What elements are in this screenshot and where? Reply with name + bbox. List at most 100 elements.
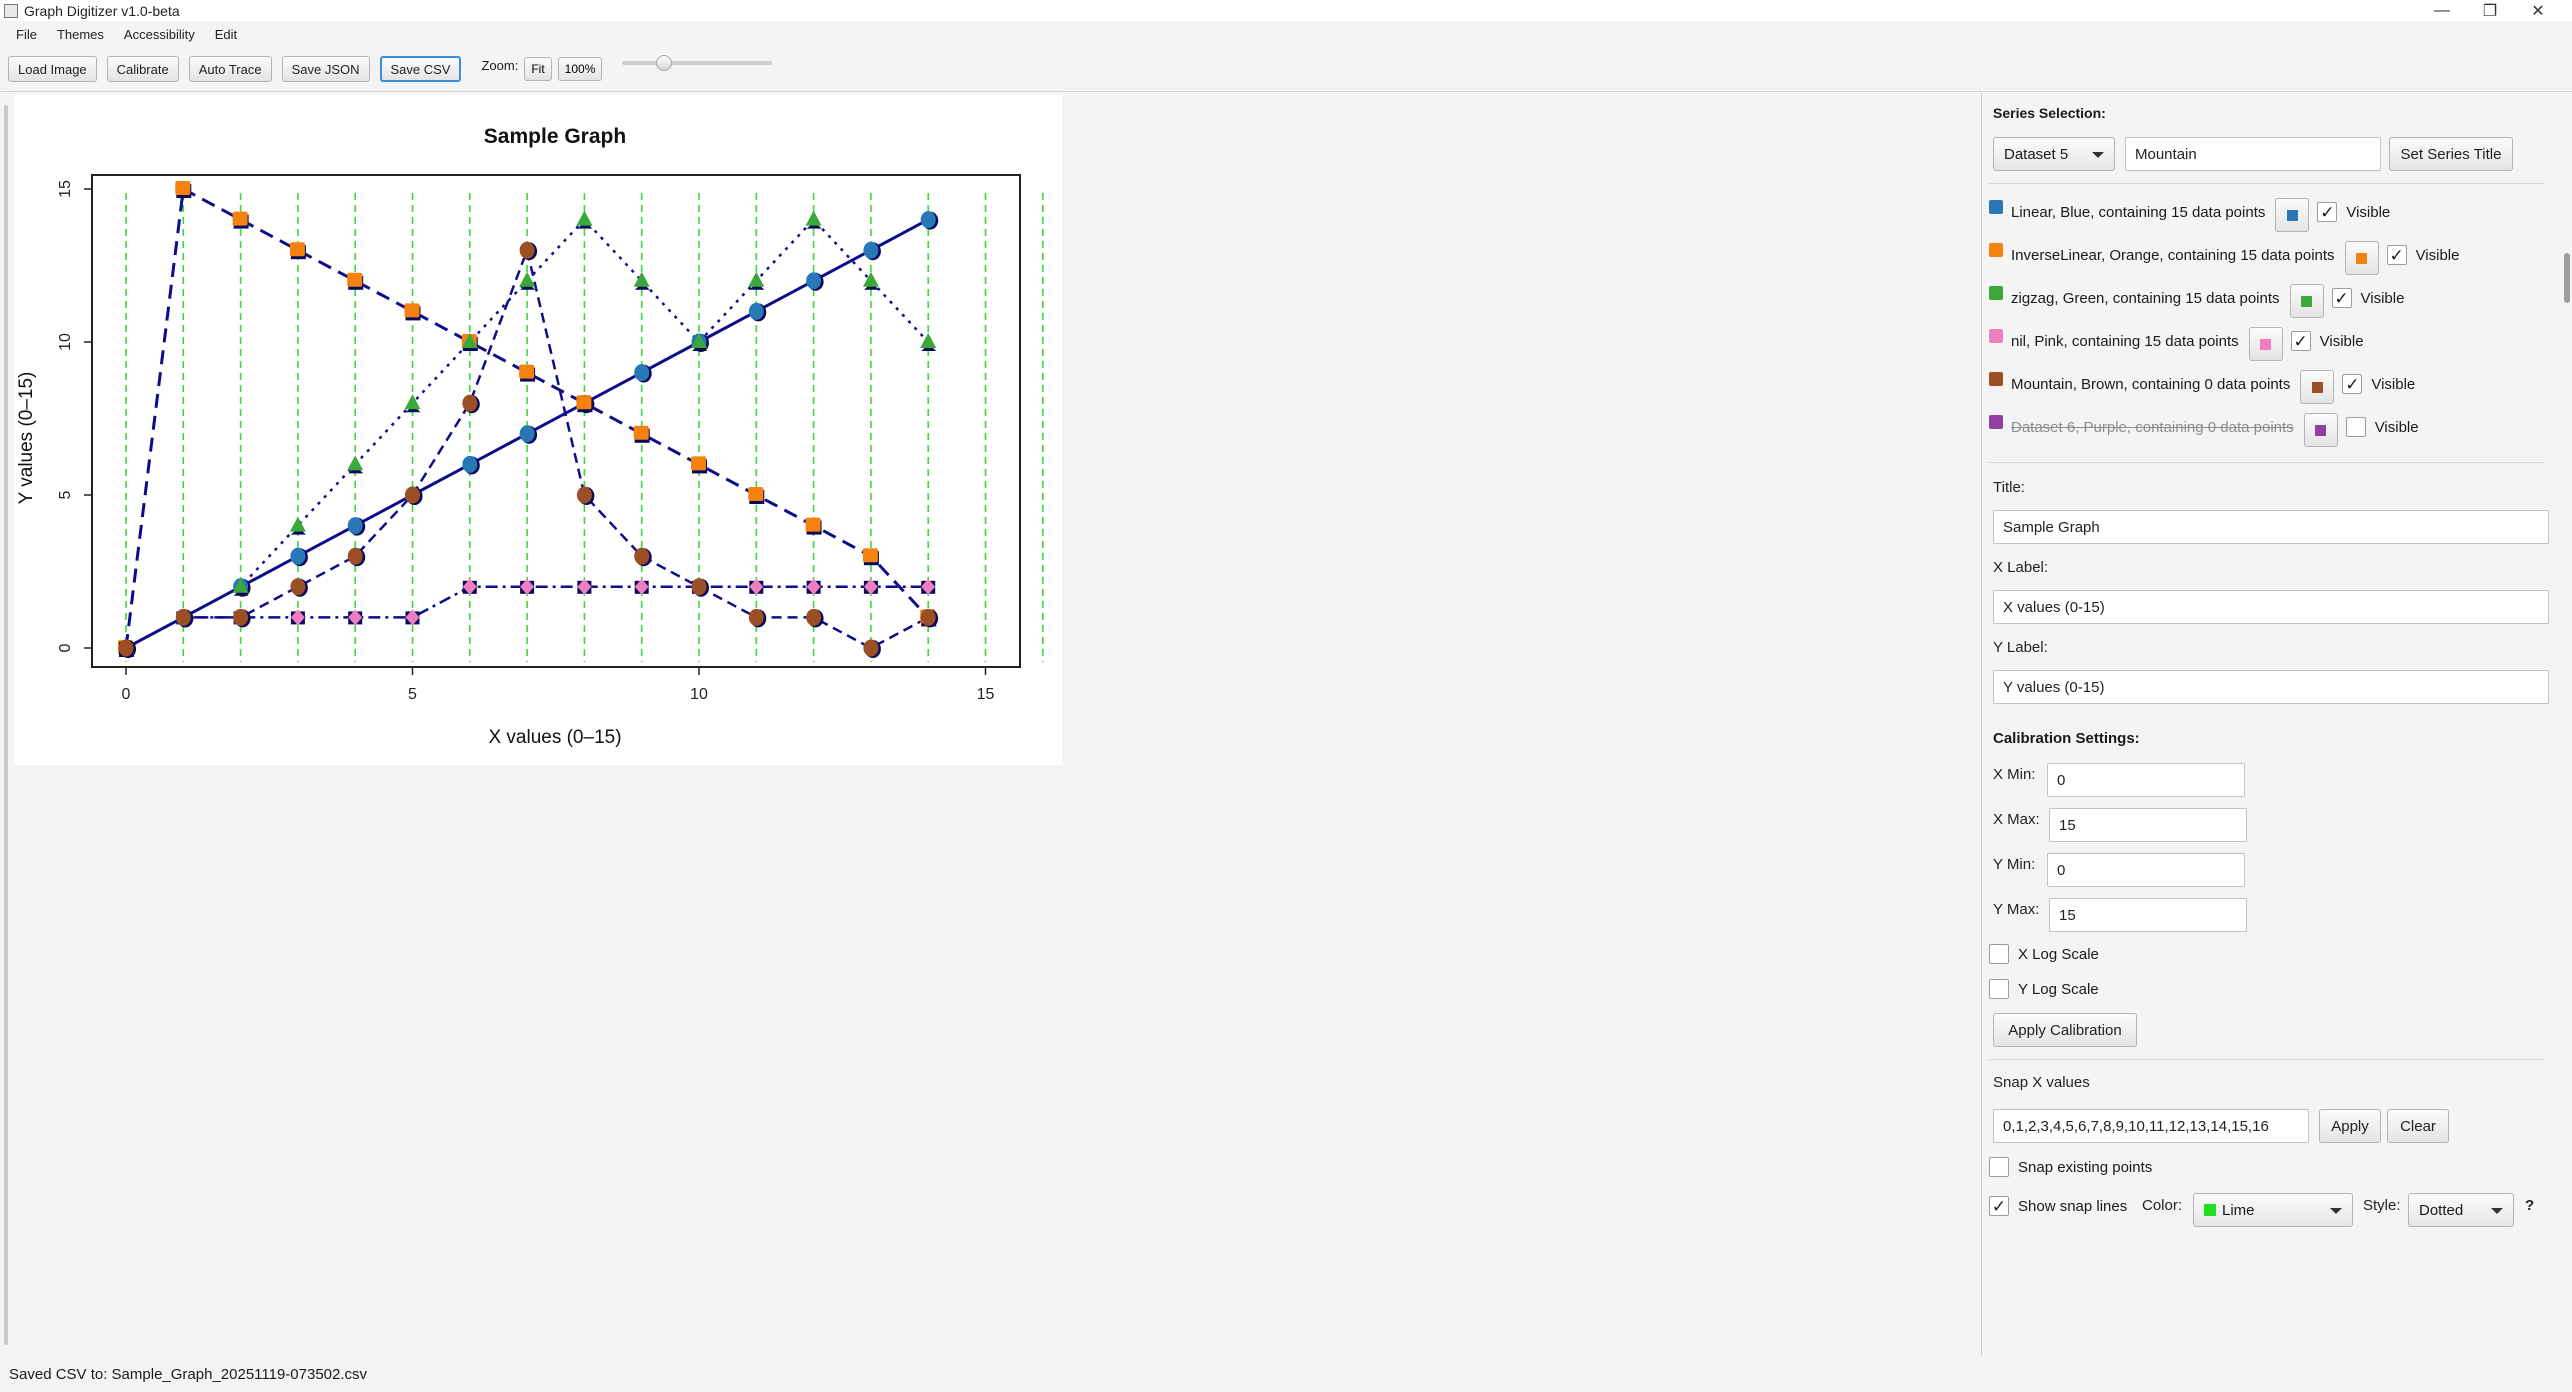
panel-scroll-thumb[interactable] bbox=[2564, 253, 2570, 303]
series-color-swatch bbox=[1989, 415, 2003, 429]
x-log-scale-checkbox[interactable] bbox=[1989, 944, 2009, 964]
visible-checkbox[interactable]: ✓ bbox=[2342, 374, 2363, 394]
apply-calibration-button[interactable]: Apply Calibration bbox=[1993, 1013, 2137, 1047]
chart-svg[interactable]: Sample Graph X values (0–15) Y values (0… bbox=[14, 95, 1062, 765]
snap-clear-button[interactable]: Clear bbox=[2387, 1109, 2449, 1143]
x-log-scale-label: X Log Scale bbox=[2018, 945, 2099, 963]
x-tick-label: 5 bbox=[408, 686, 417, 703]
canvas-vertical-scrollbar[interactable] bbox=[2, 97, 12, 1352]
title-label: Title: bbox=[1993, 479, 2025, 496]
close-icon[interactable]: ✕ bbox=[2514, 0, 2562, 21]
series-title-input[interactable]: Mountain bbox=[2125, 137, 2381, 171]
visible-checkbox[interactable]: ✓ bbox=[2317, 202, 2338, 222]
minimize-icon[interactable]: — bbox=[2418, 0, 2466, 21]
set-series-title-button[interactable]: Set Series Title bbox=[2389, 137, 2513, 171]
data-point-mountain bbox=[691, 578, 707, 596]
series-label: nil, Pink, containing 15 data points bbox=[2011, 332, 2239, 350]
x-label-input[interactable]: X values (0-15) bbox=[1993, 590, 2549, 624]
snap-existing-label: Snap existing points bbox=[2018, 1158, 2153, 1176]
series-color-button[interactable] bbox=[2248, 327, 2283, 361]
show-snap-lines-row[interactable]: ✓ Show snap lines bbox=[1989, 1196, 2127, 1216]
data-point-linear bbox=[863, 241, 879, 259]
visible-checkbox[interactable]: ✓ bbox=[2290, 331, 2311, 351]
y-max-input[interactable]: 15 bbox=[2049, 898, 2247, 932]
data-point-mountain bbox=[920, 608, 936, 626]
series-color-button[interactable] bbox=[2303, 413, 2338, 447]
y-tick-label: 5 bbox=[57, 490, 74, 499]
series-row-dataset-6[interactable]: Dataset 6, Purple, containing 0 data poi… bbox=[1989, 412, 2419, 447]
snap-existing-checkbox[interactable] bbox=[1989, 1157, 2009, 1177]
y-min-input[interactable]: 0 bbox=[2047, 853, 2245, 887]
y-log-scale-row[interactable]: Y Log Scale bbox=[1989, 979, 2099, 999]
y-label-input[interactable]: Y values (0-15) bbox=[1993, 670, 2549, 704]
data-point-mountain bbox=[462, 394, 478, 412]
series-color-swatch bbox=[1989, 200, 2003, 214]
y-label-label: Y Label: bbox=[1993, 639, 2048, 656]
settings-panel: Series Selection: Dataset 5 Mountain Set… bbox=[1983, 93, 2570, 1356]
menu-themes[interactable]: Themes bbox=[47, 27, 114, 42]
restore-icon[interactable]: ❐ bbox=[2466, 0, 2514, 21]
x-max-input[interactable]: 15 bbox=[2049, 808, 2247, 842]
load-image-button[interactable]: Load Image bbox=[8, 56, 97, 82]
data-point-inverselinear bbox=[232, 211, 248, 226]
series-label: InverseLinear, Orange, containing 15 dat… bbox=[2011, 246, 2335, 264]
menu-edit[interactable]: Edit bbox=[205, 27, 247, 42]
calibration-title: Calibration Settings: bbox=[1993, 730, 2140, 747]
auto-trace-button[interactable]: Auto Trace bbox=[188, 56, 272, 82]
series-color-button[interactable] bbox=[2289, 284, 2324, 318]
zoom-slider[interactable] bbox=[622, 55, 773, 71]
y-tick-label: 15 bbox=[57, 180, 74, 198]
data-point-mountain bbox=[863, 639, 879, 657]
zoom-100-button[interactable]: 100% bbox=[557, 57, 603, 81]
visible-label: Visible bbox=[2415, 246, 2460, 264]
series-row-zigzag[interactable]: zigzag, Green, containing 15 data points… bbox=[1989, 283, 2404, 318]
visible-checkbox[interactable]: ✓ bbox=[2331, 288, 2352, 308]
data-point-inverselinear bbox=[691, 456, 706, 471]
chevron-down-icon bbox=[2491, 1208, 2503, 1214]
series-color-button[interactable] bbox=[2300, 370, 2335, 404]
series-label: Linear, Blue, containing 15 data points bbox=[2011, 203, 2266, 221]
visible-label: Visible bbox=[2346, 203, 2391, 221]
snap-color-select[interactable]: Lime bbox=[2193, 1193, 2353, 1227]
data-point-linear bbox=[920, 211, 936, 229]
y-log-scale-checkbox[interactable] bbox=[1989, 979, 2009, 999]
visible-checkbox[interactable]: ✓ bbox=[2386, 245, 2407, 265]
x-min-input[interactable]: 0 bbox=[2047, 763, 2245, 797]
menu-accessibility[interactable]: Accessibility bbox=[114, 27, 205, 42]
snap-apply-button[interactable]: Apply bbox=[2319, 1109, 2381, 1143]
y-max-label: Y Max: bbox=[1993, 901, 2040, 918]
title-input[interactable]: Sample Graph bbox=[1993, 510, 2549, 544]
series-color-button[interactable] bbox=[2344, 241, 2379, 275]
title-bar: Graph Digitizer v1.0-beta — ❐ ✕ bbox=[0, 0, 2572, 21]
dataset-select-value: Dataset 5 bbox=[2004, 145, 2069, 163]
graph-image[interactable]: Sample Graph X values (0–15) Y values (0… bbox=[14, 95, 1062, 765]
app-icon bbox=[4, 3, 18, 18]
data-point-zigzag bbox=[576, 210, 593, 226]
series-row-mountain[interactable]: Mountain, Brown, containing 0 data point… bbox=[1989, 369, 2415, 404]
menu-file[interactable]: File bbox=[6, 27, 47, 42]
data-point-mountain bbox=[748, 608, 764, 626]
save-csv-button[interactable]: Save CSV bbox=[379, 56, 462, 82]
x-log-scale-row[interactable]: X Log Scale bbox=[1989, 944, 2099, 964]
data-point-inverselinear bbox=[175, 181, 191, 195]
menu-bar: File Themes Accessibility Edit bbox=[0, 21, 2572, 47]
zoom-slider-thumb[interactable] bbox=[655, 55, 672, 71]
help-icon[interactable]: ? bbox=[2525, 1197, 2534, 1214]
show-snap-lines-checkbox[interactable]: ✓ bbox=[1989, 1196, 2009, 1216]
data-point-linear bbox=[519, 425, 535, 443]
dataset-select[interactable]: Dataset 5 bbox=[1993, 137, 2115, 171]
snap-style-select[interactable]: Dotted bbox=[2408, 1193, 2514, 1227]
series-row-inverselinear[interactable]: InverseLinear, Orange, containing 15 dat… bbox=[1989, 240, 2460, 275]
zoom-fit-button[interactable]: Fit bbox=[524, 57, 552, 81]
snap-x-values-input[interactable]: 0,1,2,3,4,5,6,7,8,9,10,11,12,13,14,15,16 bbox=[1993, 1109, 2309, 1143]
snap-style-value: Dotted bbox=[2419, 1201, 2464, 1219]
save-json-button[interactable]: Save JSON bbox=[281, 56, 370, 82]
snap-existing-row[interactable]: Snap existing points bbox=[1989, 1157, 2152, 1177]
visible-checkbox[interactable] bbox=[2345, 417, 2366, 437]
canvas-scroll-thumb[interactable] bbox=[4, 105, 8, 1345]
series-row-linear[interactable]: Linear, Blue, containing 15 data points … bbox=[1989, 197, 2391, 232]
calibrate-button[interactable]: Calibrate bbox=[106, 56, 179, 82]
separator bbox=[1989, 1059, 2545, 1060]
series-row-nil[interactable]: nil, Pink, containing 15 data points ✓ V… bbox=[1989, 326, 2364, 361]
series-color-button[interactable] bbox=[2275, 198, 2310, 232]
